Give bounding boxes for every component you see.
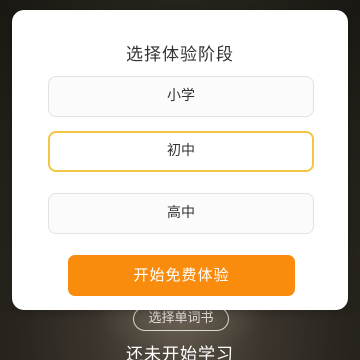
option-middle-school[interactable]: 初中 bbox=[48, 131, 314, 172]
app-screen: 选择单词书 还未开始学习 选择体验阶段 小学 初中 高中 开始免费体验 bbox=[0, 0, 360, 360]
dialog-title: 选择体验阶段 bbox=[126, 45, 234, 65]
select-word-book-button: 选择单词书 bbox=[133, 307, 229, 331]
option-high-school[interactable]: 高中 bbox=[48, 193, 314, 234]
start-free-trial-button[interactable]: 开始免费体验 bbox=[68, 255, 295, 296]
select-stage-dialog: 选择体验阶段 小学 初中 高中 开始免费体验 bbox=[12, 10, 348, 310]
option-primary-school[interactable]: 小学 bbox=[48, 76, 314, 117]
learning-status-text: 还未开始学习 bbox=[126, 345, 234, 360]
